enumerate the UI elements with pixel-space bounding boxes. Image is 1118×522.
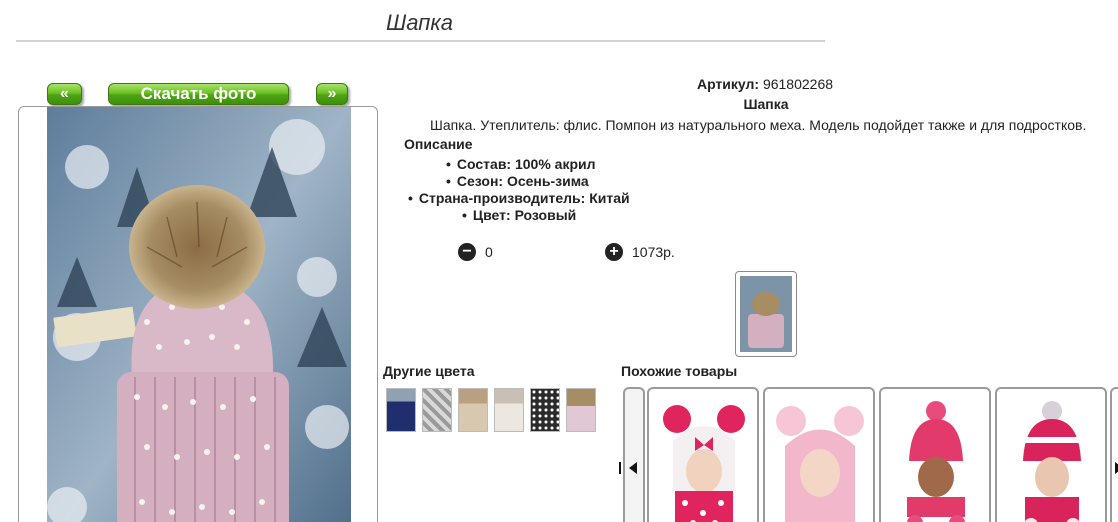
- color-swatch-cream[interactable]: [494, 388, 524, 432]
- price-value: 1073р.: [632, 244, 675, 260]
- spec-item: Состав: 100% акрил: [446, 156, 596, 172]
- main-photo-frame: [18, 106, 378, 522]
- plus-icon[interactable]: +: [605, 243, 623, 261]
- similar-product-card[interactable]: [995, 387, 1107, 522]
- first-page-icon: [619, 462, 637, 474]
- minus-icon[interactable]: −: [458, 243, 476, 261]
- color-swatch-black[interactable]: [530, 388, 560, 432]
- similar-product-card[interactable]: [763, 387, 875, 522]
- similar-product-image: [771, 401, 869, 522]
- spec-item: Страна-производитель: Китай: [408, 190, 630, 206]
- product-name: Шапка: [743, 96, 789, 112]
- photo-thumbnail[interactable]: [735, 271, 797, 357]
- color-swatch-pink[interactable]: [566, 388, 596, 432]
- article-value: 961802268: [762, 76, 834, 92]
- article-line: Артикул: 961802268: [660, 76, 870, 92]
- color-swatch-grey[interactable]: [422, 388, 452, 432]
- main-product-photo[interactable]: [47, 107, 351, 522]
- similar-product-image: [887, 401, 985, 522]
- spec-item: Цвет: Розовый: [462, 207, 576, 223]
- product-description: Шапка. Утеплитель: флис. Помпон из натур…: [430, 117, 1087, 133]
- similar-product-card[interactable]: [647, 387, 759, 522]
- next-photo-button[interactable]: »: [316, 83, 348, 105]
- download-photo-button[interactable]: Скачать фото: [108, 83, 289, 105]
- similar-prev-button[interactable]: [619, 387, 645, 522]
- description-heading: Описание: [404, 136, 473, 152]
- similar-products-label: Похожие товары: [621, 363, 738, 379]
- spec-item: Сезон: Осень-зима: [446, 173, 589, 189]
- title-divider: [16, 40, 825, 42]
- similar-next-button[interactable]: [1110, 387, 1118, 522]
- article-label: Артикул:: [696, 76, 760, 92]
- color-swatch-beige[interactable]: [458, 388, 488, 432]
- other-colors-label: Другие цвета: [383, 363, 475, 379]
- similar-product-image: [655, 401, 753, 522]
- prev-photo-button[interactable]: «: [47, 83, 82, 105]
- thumbnail-image: [740, 276, 792, 352]
- similar-product-image: [1003, 401, 1101, 522]
- color-swatch-navy[interactable]: [386, 388, 416, 432]
- quantity-value: 0: [485, 244, 493, 260]
- similar-product-card[interactable]: [879, 387, 991, 522]
- page-title: Шапка: [386, 10, 453, 35]
